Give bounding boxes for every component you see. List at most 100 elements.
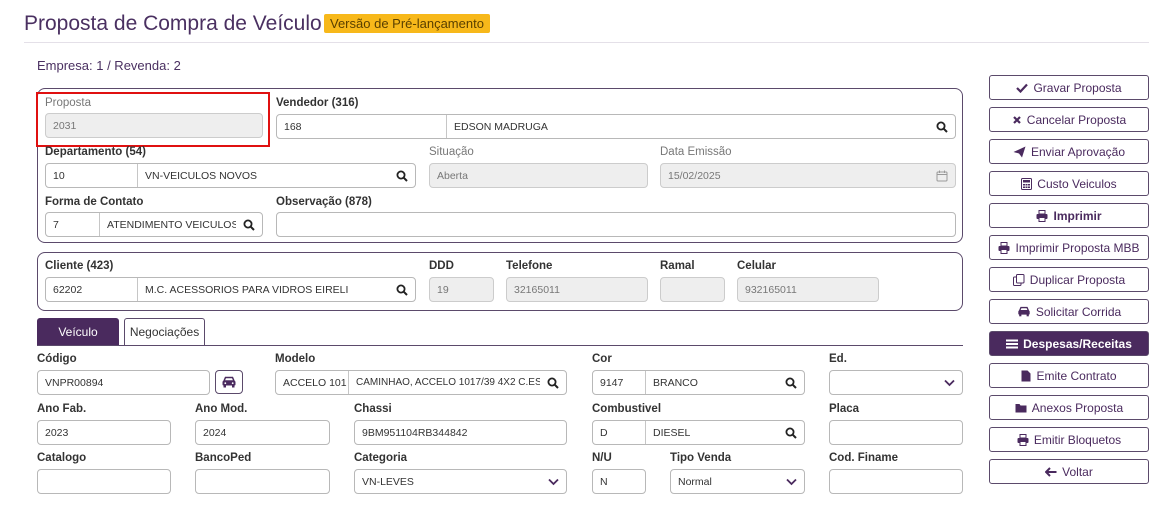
ed-label: Ed. (829, 353, 847, 365)
search-icon[interactable] (540, 371, 566, 394)
ed-select[interactable] (829, 370, 963, 395)
enviar-aprovacao-label: Enviar Aprovação (1030, 144, 1126, 159)
ddd-field: 19 (429, 277, 494, 302)
file-icon (1021, 370, 1031, 381)
situacao-field: Aberta (429, 163, 648, 188)
vendedor-label: Vendedor (316) (276, 97, 359, 109)
modelo-field[interactable]: ACCELO 101 CAMINHAO, ACCELO 1017/39 4X2 … (275, 370, 567, 395)
gravar-proposta-label: Gravar Proposta (1033, 80, 1122, 95)
prerelease-badge: Versão de Pré-lançamento (324, 14, 490, 33)
despesas-receitas-button[interactable]: Despesas/Receitas (989, 331, 1149, 356)
vehicle-lookup-button[interactable] (215, 370, 243, 394)
tab-veiculo[interactable]: Veículo (37, 318, 119, 345)
telefone-value: 32165011 (514, 283, 560, 296)
chassi-input[interactable]: 9BM951104RB344842 (354, 420, 567, 445)
departamento-label: Departamento (54) (45, 146, 146, 158)
placa-input[interactable] (829, 420, 963, 445)
departamento-code: 10 (46, 164, 138, 187)
tipo-venda-value: Normal (678, 475, 712, 488)
solicitar-corrida-button[interactable]: Solicitar Corrida (989, 299, 1149, 324)
calendar-icon (929, 164, 955, 187)
vendedor-field[interactable]: 168 EDSON MADRUGA (276, 114, 956, 139)
search-icon[interactable] (778, 371, 804, 394)
forma-contato-code: 7 (46, 213, 100, 236)
catalogo-input[interactable] (37, 469, 171, 494)
emite-contrato-label: Emite Contrato (1036, 368, 1117, 383)
celular-field: 932165011 (737, 277, 879, 302)
forma-contato-name: ATENDIMENTO VEICULOS (107, 218, 236, 231)
enviar-aprovacao-button[interactable]: Enviar Aprovação (989, 139, 1149, 164)
printer-icon (1036, 209, 1048, 222)
bancoped-label: BancoPed (195, 452, 252, 464)
vendedor-code: 168 (277, 115, 447, 138)
departamento-field[interactable]: 10 VN-VEICULOS NOVOS (45, 163, 416, 188)
observacao-input[interactable] (276, 212, 956, 237)
nu-value: N (600, 475, 608, 488)
check-icon (1016, 83, 1029, 93)
categoria-value: VN-LEVES (362, 475, 414, 488)
ano-fab-input[interactable]: 2023 (37, 420, 171, 445)
search-icon[interactable] (929, 115, 955, 138)
codigo-value: VNPR00894 (45, 376, 104, 389)
forma-contato-field[interactable]: 7 ATENDIMENTO VEICULOS (45, 212, 263, 237)
folder-icon (1015, 403, 1027, 412)
combustivel-name: DIESEL (653, 426, 691, 439)
codigo-input[interactable]: VNPR00894 (37, 370, 210, 395)
copy-icon (1012, 273, 1025, 286)
voltar-button[interactable]: Voltar (989, 459, 1149, 484)
categoria-select[interactable]: VN-LEVES (354, 469, 567, 494)
cliente-name: M.C. ACESSORIOS PARA VIDROS EIRELI (145, 283, 349, 296)
telefone-label: Telefone (506, 260, 553, 272)
proposta-highlight-box (36, 92, 270, 147)
search-icon[interactable] (778, 421, 804, 444)
duplicar-proposta-button[interactable]: Duplicar Proposta (989, 267, 1149, 292)
combustivel-field[interactable]: D DIESEL (592, 420, 805, 445)
imprimir-proposta-mbb-button[interactable]: Imprimir Proposta MBB (989, 235, 1149, 260)
page-title: Proposta de Compra de Veículo (24, 12, 322, 35)
telefone-field: 32165011 (506, 277, 648, 302)
emite-contrato-button[interactable]: Emite Contrato (989, 363, 1149, 388)
voltar-label: Voltar (1062, 464, 1093, 479)
situacao-value: Aberta (437, 169, 468, 182)
vendedor-name: EDSON MADRUGA (454, 120, 548, 133)
tipo-venda-select[interactable]: Normal (670, 469, 805, 494)
emitir-bloquetos-button[interactable]: Emitir Bloquetos (989, 427, 1149, 452)
ano-fab-label: Ano Fab. (37, 403, 87, 415)
anexos-proposta-button[interactable]: Anexos Proposta (989, 395, 1149, 420)
forma-contato-label: Forma de Contato (45, 196, 144, 208)
car-icon (1018, 306, 1030, 317)
ddd-label: DDD (429, 260, 454, 272)
observacao-label: Observação (878) (276, 196, 372, 208)
search-icon[interactable] (389, 278, 415, 301)
cor-code: 9147 (593, 371, 646, 394)
search-icon[interactable] (236, 213, 262, 236)
x-icon (1013, 115, 1021, 124)
printer-icon (998, 241, 1010, 254)
ddd-value: 19 (437, 283, 449, 296)
cod-finame-input[interactable] (829, 469, 963, 494)
nu-input[interactable]: N (592, 469, 646, 494)
cor-field[interactable]: 9147 BRANCO (592, 370, 805, 395)
ramal-field (660, 277, 725, 302)
cliente-field[interactable]: 62202 M.C. ACESSORIOS PARA VIDROS EIRELI (45, 277, 416, 302)
catalogo-label: Catalogo (37, 452, 87, 464)
custo-veiculos-button[interactable]: Custo Veiculos (989, 171, 1149, 196)
celular-label: Celular (737, 260, 776, 272)
tab-negociacoes[interactable]: Negociações (124, 318, 205, 345)
ano-fab-value: 2023 (45, 426, 69, 439)
search-icon[interactable] (389, 164, 415, 187)
ano-mod-input[interactable]: 2024 (195, 420, 330, 445)
anexos-proposta-label: Anexos Proposta (1031, 400, 1124, 415)
bancoped-input[interactable] (195, 469, 330, 494)
cliente-label: Cliente (423) (45, 260, 114, 272)
arrow-left-icon (1045, 466, 1057, 477)
paper-plane-icon (1013, 146, 1026, 157)
gravar-proposta-button[interactable]: Gravar Proposta (989, 75, 1149, 100)
chassi-label: Chassi (354, 403, 392, 415)
cancelar-proposta-button[interactable]: Cancelar Proposta (989, 107, 1149, 132)
imprimir-proposta-mbb-label: Imprimir Proposta MBB (1015, 240, 1140, 255)
combustivel-label: Combustivel (592, 403, 662, 415)
codigo-label: Código (37, 353, 77, 365)
ramal-label: Ramal (660, 260, 695, 272)
imprimir-button[interactable]: Imprimir (989, 203, 1149, 228)
